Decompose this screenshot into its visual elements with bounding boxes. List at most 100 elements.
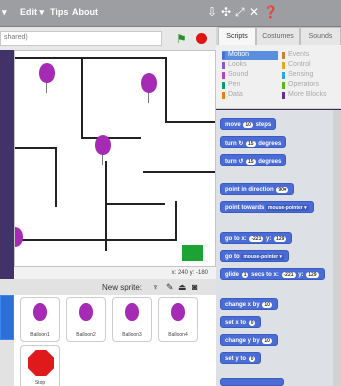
category-events[interactable]: Events [282,51,309,60]
category-operators[interactable]: Operators [282,81,319,90]
help-icon[interactable]: ❓ [263,5,278,19]
block-input[interactable]: 0 [248,320,256,326]
block-text: turn ↻ [225,141,244,147]
sprite-name: Balloon3 [122,332,142,338]
green-flag-icon[interactable]: ⚑ [176,32,187,46]
cut-icon[interactable]: ✣ [221,5,231,19]
block-text: change x by [225,302,260,308]
block-input[interactable]: 129 [274,236,287,242]
category-pen[interactable]: Pen [222,81,240,90]
block-input[interactable]: 10 [262,302,272,308]
block-text: degrees [258,141,282,147]
block-input[interactable]: 90▾ [276,187,289,193]
stop-icon[interactable] [196,33,207,44]
menu-about[interactable]: About [72,7,98,17]
block-glide[interactable]: glide 1 secs to x: -221 y: 129 [220,268,325,280]
balloon-sprite[interactable] [141,73,157,103]
new-sprite-label: New sprite: [102,283,143,292]
block-turn-right[interactable]: turn ↻ 15 degrees [220,136,287,148]
choose-sprite-icon[interactable]: ♆ [152,282,159,292]
block-input[interactable]: 15 [246,159,256,165]
block-point-towards[interactable]: point towards mouse-pointer ▾ [220,201,314,213]
block-text: go to x: [225,236,247,242]
block-goto-xy[interactable]: go to x: -221 y: 129 [220,232,293,244]
mouse-coordinates: x: 240 y: -180 [14,267,216,279]
block-text: point in direction [225,187,274,193]
camera-icon[interactable]: ◙ [192,282,197,292]
upload-sprite-icon[interactable]: ⏏ [178,282,187,293]
block-input[interactable]: -221 [249,236,264,242]
stage-thumbnail[interactable] [0,295,14,340]
goal-square[interactable] [182,245,203,261]
grow-icon[interactable]: ⤢ [235,5,245,20]
block-text: glide [225,272,240,278]
balloon-sprite[interactable] [95,135,111,165]
category-looks[interactable]: Looks [222,61,247,70]
sprite-thumb-stop[interactable]: Stop [20,345,60,386]
category-sound[interactable]: Sound [222,71,248,80]
block-change-x[interactable]: change x by 10 [220,298,278,310]
maze-wall [105,161,107,251]
block-text: move [225,122,241,128]
tab-sounds[interactable]: Sounds [300,27,341,45]
block-input[interactable]: 1 [241,272,249,278]
block-dropdown[interactable]: mouse-pointer ▾ [266,205,309,211]
category-data[interactable]: Data [222,91,243,100]
maze-wall [15,57,165,59]
menu-file-arrow[interactable]: ▾ [2,7,7,18]
maze-wall [81,137,141,139]
block-change-y[interactable]: change y by 10 [220,334,278,346]
balloon-icon [171,303,185,321]
editor-tabs: Scripts Costumes Sounds [216,27,341,45]
shrink-icon[interactable]: ✕ [249,5,259,19]
block-move[interactable]: move 10 steps [220,118,277,130]
block-categories: Motion Looks Sound Pen Data Events Contr… [216,45,341,109]
sprite-name: Balloon4 [168,332,188,338]
block-text: secs to x: [251,272,279,278]
block-dropdown[interactable]: mouse-pointer ▾ [241,254,284,260]
stage-header: shared) ⚑ [0,27,216,50]
sprite-thumb-balloon2[interactable]: Balloon2 [66,297,106,342]
sprite-list: Balloon1 Balloon2 Balloon3 Balloon4 Stop [14,295,216,386]
sprite-thumb-balloon4[interactable]: Balloon4 [158,297,198,342]
tab-scripts[interactable]: Scripts [218,27,256,45]
block-input[interactable]: -221 [281,272,296,278]
block-goto[interactable]: go to mouse-pointer ▾ [220,250,289,262]
category-sensing[interactable]: Sensing [282,71,313,80]
block-text: point towards [225,205,265,211]
block-point-direction[interactable]: point in direction 90▾ [220,183,295,195]
sprite-thumb-balloon3[interactable]: Balloon3 [112,297,152,342]
category-motion[interactable]: Motion [222,51,278,60]
block-text: turn ↺ [225,159,244,165]
menu-bar: ▾ Edit ▾ Tips About ⇩ ✣ ⤢ ✕ ❓ [0,0,341,27]
block-input[interactable]: 10 [243,122,253,128]
maze-wall [175,201,177,241]
project-title-field[interactable]: shared) [0,31,162,46]
menu-tips[interactable]: Tips [50,7,68,17]
block-input[interactable]: 15 [246,141,256,147]
tab-costumes[interactable]: Costumes [256,27,300,45]
duplicate-icon[interactable]: ⇩ [207,5,217,19]
balloon-sprite[interactable] [15,227,23,247]
category-control[interactable]: Control [282,61,311,70]
block-turn-left[interactable]: turn ↺ 15 degrees [220,154,287,166]
maze-wall [143,171,215,173]
maze-wall [15,147,55,149]
block-set-y[interactable]: set y to 0 [220,352,262,364]
block-partial[interactable] [220,378,284,386]
paint-sprite-icon[interactable]: ✎ [166,282,174,293]
palette-scrollbar[interactable] [333,110,341,386]
block-set-x[interactable]: set x to 0 [220,316,262,328]
block-input[interactable]: 129 [306,272,319,278]
category-more-blocks[interactable]: More Blocks [282,91,327,100]
maze-wall [15,239,175,241]
block-input[interactable]: 10 [262,338,272,344]
sprite-thumb-balloon1[interactable]: Balloon1 [20,297,60,342]
maze-wall [165,121,215,123]
block-input[interactable]: 0 [248,356,256,362]
sprite-pane: New sprite: ♆ ✎ ⏏ ◙ Balloon1 Balloon2 Ba… [0,279,216,386]
maze-wall [81,57,83,137]
balloon-sprite[interactable] [39,63,55,93]
stage-canvas[interactable] [14,50,216,267]
menu-edit[interactable]: Edit ▾ [20,7,44,18]
